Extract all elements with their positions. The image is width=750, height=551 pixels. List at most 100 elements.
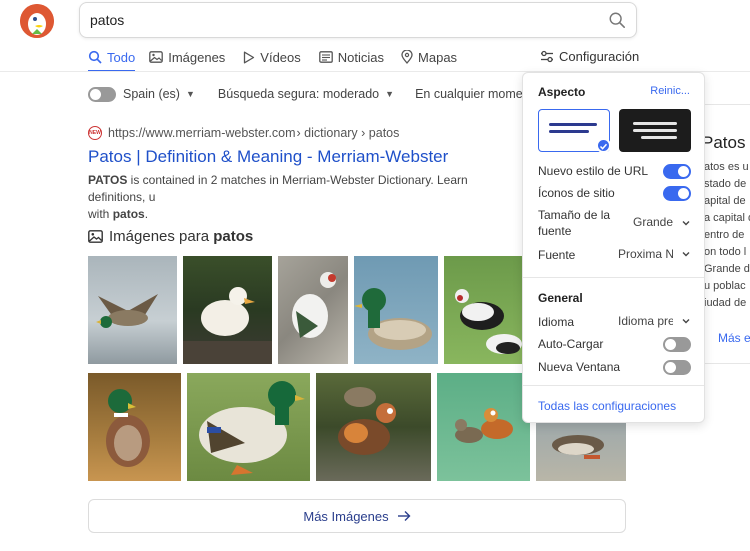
play-icon [244,51,255,63]
image-thumbnail[interactable] [444,256,528,364]
snippet-bold: patos [112,207,145,221]
caret-down-icon: ▼ [385,89,395,99]
knowledge-panel-more-link[interactable]: Más e [718,331,750,345]
search-input[interactable] [90,3,590,37]
knowledge-panel-text: u poblac [704,280,746,292]
setting-label: Nuevo estilo de URL [538,164,649,178]
image-icon [149,51,164,63]
image-thumbnail[interactable] [88,373,181,481]
duck-icon [20,4,54,38]
all-settings-link[interactable]: Todas las configuraciones [538,399,676,413]
map-pin-icon [401,50,413,64]
knowledge-panel-text: atos es u [704,161,749,173]
language-row[interactable]: Idioma Idioma predeterminado [538,314,691,330]
duckduckgo-logo[interactable] [20,4,54,38]
setting-label: Idioma [538,315,575,329]
caret-down-icon: ▼ [185,89,195,99]
settings-button[interactable]: Configuración [540,47,639,65]
tab-label: Noticias [337,49,385,65]
snippet-text: . [144,207,149,221]
theme-dark-option[interactable] [619,109,691,152]
image-thumbnail[interactable] [278,256,348,364]
result-domain: https://www.merriam-webster.com [108,126,296,140]
filter-bar: Spain (es) ▼ Búsqueda segura: moderado ▼… [88,84,540,104]
knowledge-panel-text: stado de [704,178,747,190]
images-heading-text: Imágenes para [109,228,214,245]
knowledge-panel-text: a capital d [704,212,750,224]
font-size-row[interactable]: Tamaño de la fuente Grande [538,207,691,241]
url-style-toggle[interactable] [663,164,691,179]
images-heading-query: patos [213,228,254,245]
tab-imagenes[interactable]: Imágenes [149,47,225,67]
knowledge-panel-text: on todo l [704,246,747,258]
reset-link[interactable]: Reinic... [650,85,690,97]
setting-label: Auto-Cargar [538,337,604,351]
knowledge-panel-text: apital de [704,195,746,207]
language-value: Idioma predeterminado [618,314,673,328]
image-thumbnail[interactable] [437,373,530,481]
tab-label: Todo [107,49,136,65]
tab-todo[interactable]: Todo [88,47,135,67]
images-section-heading: Imágenes para patos [88,228,253,245]
knowledge-panel-title: Patos [702,133,746,152]
newspaper-icon [318,51,333,63]
knowledge-panel-text: iudad de [704,297,747,309]
image-thumbnail[interactable] [354,256,438,364]
section-divider [523,277,704,278]
font-row[interactable]: Fuente Proxima Nova [538,247,691,263]
font-value: Proxima Nova [618,247,673,261]
more-images-button[interactable]: Más Imágenes [88,499,626,533]
knowledge-panel-text: Grande d [704,263,750,275]
setting-label: Fuente [538,248,576,262]
settings-label: Configuración [559,48,640,64]
image-thumbnail[interactable] [316,373,431,481]
chevron-down-icon [682,252,690,257]
image-thumbnail[interactable] [88,256,177,364]
setting-label: Nueva Ventana [538,360,621,374]
url-style-row[interactable]: Nuevo estilo de URL [538,163,691,179]
section-divider [523,385,704,386]
site-favicon: NEW [88,126,102,140]
tab-noticias[interactable]: Noticias [318,47,385,67]
setting-label: Íconos de sitio [538,186,615,200]
result-breadcrumb: › dictionary › patos [296,126,400,140]
region-filter[interactable]: Spain (es) [123,87,180,101]
settings-dropdown: Aspecto Reinic... Nuevo estilo de URL Íc… [522,72,705,423]
snippet-text: with [88,207,113,221]
search-box [79,2,637,38]
result-title-link[interactable]: Patos | Definition & Meaning - Merriam-W… [88,147,448,167]
search-icon[interactable] [608,11,626,29]
tab-label: Imágenes [168,49,226,65]
safe-search-filter[interactable]: Búsqueda segura: moderado [218,87,379,101]
knowledge-panel-text: entro de [704,229,745,241]
font-size-value: Grande [633,215,673,229]
new-window-row[interactable]: Nueva Ventana [538,359,691,375]
general-section-title: General [538,291,583,305]
tab-videos[interactable]: Vídeos [243,47,301,67]
tab-mapas[interactable]: Mapas [401,47,457,67]
new-window-toggle[interactable] [663,360,691,375]
settings-sliders-icon [541,50,553,62]
chevron-down-icon [682,221,690,226]
auto-load-toggle[interactable] [663,337,691,352]
snippet-text: is contained in 2 matches in Merriam-Web… [88,173,468,204]
arrow-right-icon [397,511,411,521]
search-icon [88,50,102,64]
search-tabs: Todo Imágenes Vídeos Noticias Mapas [88,47,457,73]
image-thumbnail[interactable] [187,373,310,481]
aspect-section-title: Aspecto [538,85,586,99]
auto-load-row[interactable]: Auto-Cargar [538,336,691,352]
check-icon [596,138,611,153]
image-thumbnail[interactable] [183,256,272,364]
image-thumbnail[interactable] [536,423,626,481]
result-url[interactable]: NEW https://www.merriam-webster.com › di… [88,126,399,140]
more-images-label: Más Imágenes [303,508,389,524]
tab-label: Mapas [418,49,458,65]
image-icon [88,230,103,243]
region-toggle[interactable] [88,86,116,102]
chevron-down-icon [682,319,690,324]
snippet-bold: PATOS [88,173,128,187]
theme-light-option[interactable] [538,109,611,153]
site-icons-row[interactable]: Íconos de sitio [538,185,691,201]
site-icons-toggle[interactable] [663,186,691,201]
